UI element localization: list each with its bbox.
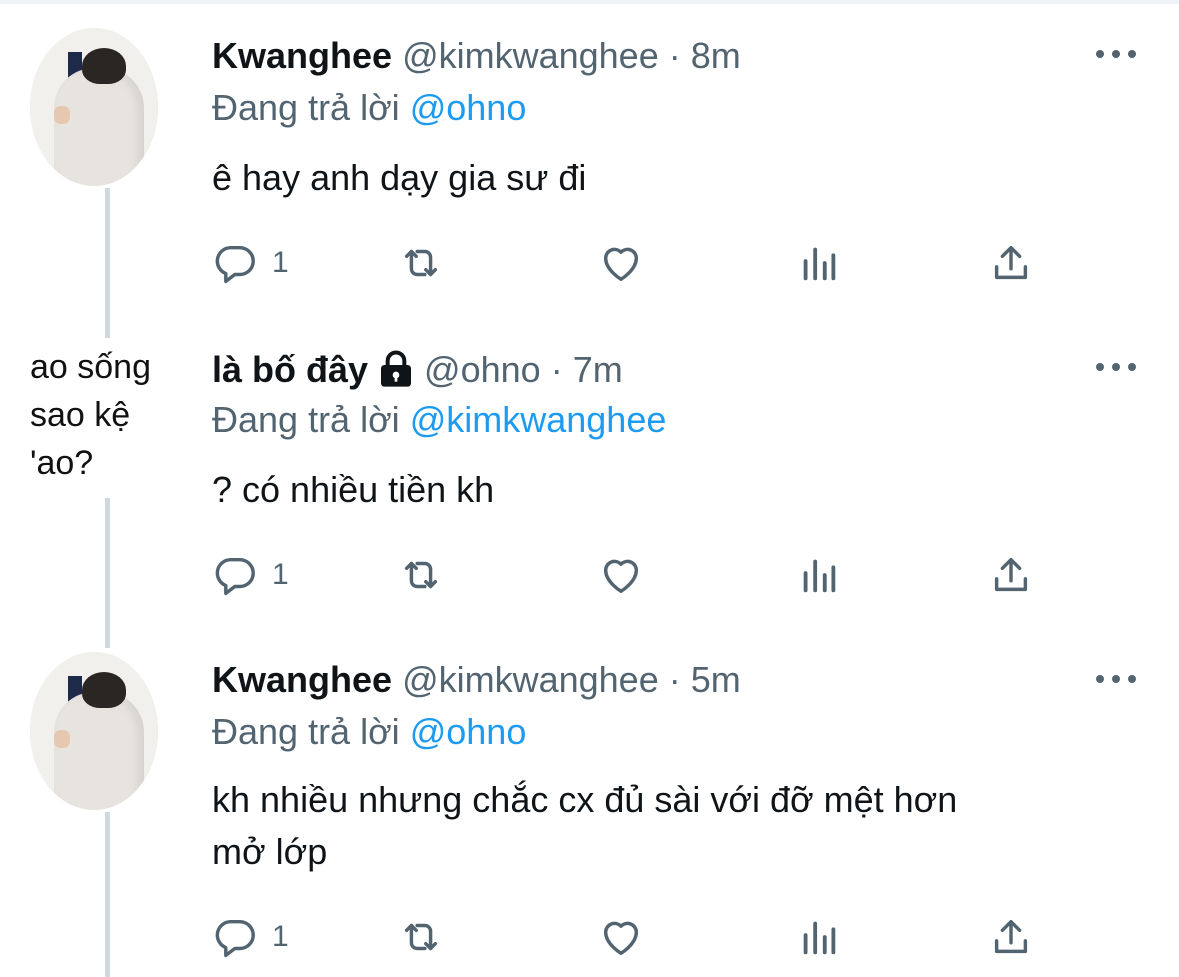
retweet-icon bbox=[404, 561, 438, 589]
analytics-button[interactable] bbox=[796, 240, 842, 286]
reply-icon bbox=[215, 557, 255, 596]
display-name[interactable]: Kwanghee bbox=[212, 659, 392, 700]
action-bar: 1 bbox=[212, 240, 1072, 290]
user-handle[interactable]: @ohno bbox=[424, 349, 541, 390]
user-handle[interactable]: @kimkwanghee bbox=[402, 659, 659, 700]
more-icon[interactable] bbox=[1096, 673, 1136, 685]
replying-to: Đang trả lời @ohno bbox=[212, 708, 526, 756]
share-icon bbox=[994, 557, 1028, 592]
thread-connector bbox=[105, 498, 110, 648]
tweet-header: là bố đây @ohno · 7m bbox=[212, 346, 623, 394]
share-button[interactable] bbox=[988, 552, 1034, 598]
replying-prefix: Đang trả lời bbox=[212, 399, 400, 440]
thread-connector bbox=[105, 812, 110, 977]
like-icon bbox=[603, 247, 639, 282]
share-button[interactable] bbox=[988, 240, 1034, 286]
like-icon bbox=[603, 559, 639, 594]
user-handle[interactable]: @kimkwanghee bbox=[402, 35, 659, 76]
avatar[interactable]: ao sống sao kệ 'ao? bbox=[30, 340, 190, 490]
avatar-text: ao sống bbox=[30, 348, 151, 386]
tweet-text-line: kh nhiều nhưng chắc cx đủ sài với đỡ mệt… bbox=[212, 779, 958, 820]
replying-to: Đang trả lời @ohno bbox=[212, 84, 526, 132]
retweet-icon bbox=[404, 249, 438, 277]
like-button[interactable] bbox=[598, 240, 644, 286]
tweet-header: Kwanghee @kimkwanghee · 5m bbox=[212, 656, 741, 704]
tweet-text: kh nhiều nhưng chắc cx đủ sài với đỡ mệt… bbox=[212, 774, 1142, 878]
reply-icon bbox=[215, 919, 255, 958]
retweet-icon bbox=[404, 923, 438, 951]
timestamp[interactable]: · 5m bbox=[669, 659, 741, 700]
retweet-button[interactable] bbox=[398, 552, 444, 598]
reply-button[interactable]: 1 bbox=[212, 552, 289, 598]
timestamp[interactable]: · 7m bbox=[551, 349, 623, 390]
share-icon bbox=[994, 245, 1028, 280]
analytics-icon bbox=[803, 247, 836, 281]
display-name[interactable]: Kwanghee bbox=[212, 35, 392, 76]
like-icon bbox=[603, 921, 639, 956]
share-icon bbox=[994, 919, 1028, 954]
top-divider bbox=[0, 0, 1179, 4]
reply-count: 1 bbox=[272, 246, 289, 279]
action-bar: 1 bbox=[212, 914, 1072, 964]
replying-to: Đang trả lời @kimkwanghee bbox=[212, 396, 666, 444]
action-bar: 1 bbox=[212, 552, 1072, 602]
avatar-text: 'ao? bbox=[30, 444, 94, 482]
more-icon[interactable] bbox=[1096, 48, 1136, 60]
avatar[interactable] bbox=[30, 652, 158, 810]
reply-icon bbox=[215, 245, 255, 284]
tweet-text: ê hay anh dạy gia sư đi bbox=[212, 157, 587, 198]
reply-count: 1 bbox=[272, 920, 289, 953]
thread-connector bbox=[105, 188, 110, 338]
lock-icon bbox=[381, 351, 412, 388]
tweet-text-line: mở lớp bbox=[212, 831, 328, 872]
mention-link[interactable]: @ohno bbox=[410, 87, 527, 128]
like-button[interactable] bbox=[598, 552, 644, 598]
replying-prefix: Đang trả lời bbox=[212, 87, 400, 128]
mention-link[interactable]: @kimkwanghee bbox=[410, 399, 667, 440]
avatar-text: sao kệ bbox=[30, 396, 131, 434]
like-button[interactable] bbox=[598, 914, 644, 960]
share-button[interactable] bbox=[988, 914, 1034, 960]
replying-prefix: Đang trả lời bbox=[212, 711, 400, 752]
reply-count: 1 bbox=[272, 558, 289, 591]
analytics-button[interactable] bbox=[796, 552, 842, 598]
more-icon[interactable] bbox=[1096, 361, 1136, 373]
retweet-button[interactable] bbox=[398, 240, 444, 286]
reply-button[interactable]: 1 bbox=[212, 240, 289, 286]
analytics-icon bbox=[803, 921, 836, 955]
display-name[interactable]: là bố đây bbox=[212, 349, 368, 390]
tweet-header: Kwanghee @kimkwanghee · 8m bbox=[212, 32, 741, 80]
reply-button[interactable]: 1 bbox=[212, 914, 289, 960]
analytics-button[interactable] bbox=[796, 914, 842, 960]
timestamp[interactable]: · 8m bbox=[669, 35, 741, 76]
tweet-text: ? có nhiều tiền kh bbox=[212, 469, 495, 510]
mention-link[interactable]: @ohno bbox=[410, 711, 527, 752]
retweet-button[interactable] bbox=[398, 914, 444, 960]
avatar[interactable] bbox=[30, 28, 158, 186]
analytics-icon bbox=[803, 559, 836, 593]
